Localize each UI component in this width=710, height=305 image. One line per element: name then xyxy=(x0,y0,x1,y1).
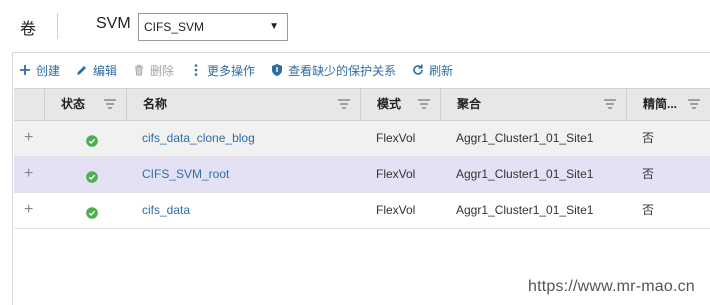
status-ok-icon xyxy=(86,135,98,147)
volume-name-link[interactable]: cifs_data xyxy=(142,193,190,228)
delete-label: 删除 xyxy=(150,63,175,78)
column-header-thin[interactable]: 精简... xyxy=(626,89,710,120)
svm-select[interactable]: CIFS_SVM ▼ xyxy=(138,13,288,41)
column-header-aggregate[interactable]: 聚合 xyxy=(440,89,626,120)
filter-icon xyxy=(688,99,700,109)
edit-label: 编辑 xyxy=(93,63,118,78)
volume-thin: 否 xyxy=(642,167,655,181)
refresh-label: 刷新 xyxy=(429,63,454,78)
table-row[interactable]: + CIFS_SVM_root FlexVol Aggr1_Cluster1_0… xyxy=(14,157,710,193)
plus-icon xyxy=(20,65,30,75)
refresh-icon xyxy=(413,64,423,75)
status-ok-icon xyxy=(86,171,98,183)
volume-name-link[interactable]: CIFS_SVM_root xyxy=(142,157,229,192)
trash-icon xyxy=(135,64,144,76)
column-thin-label: 精简... xyxy=(643,97,678,111)
filter-icon xyxy=(418,99,430,109)
shield-icon xyxy=(272,64,283,76)
volume-aggregate: Aggr1_Cluster1_01_Site1 xyxy=(456,203,594,217)
more-vertical-icon xyxy=(194,64,198,76)
watermark: https://www.mr-mao.cn xyxy=(528,278,695,295)
volume-thin: 否 xyxy=(642,203,655,217)
svm-label: SVM xyxy=(96,15,131,32)
expand-icon[interactable]: + xyxy=(24,193,36,228)
title-divider xyxy=(57,13,58,39)
view-missing-protection-label: 查看缺少的保护关系 xyxy=(288,63,397,78)
status-ok-icon xyxy=(86,207,98,219)
edit-button[interactable]: 编辑 xyxy=(75,62,117,79)
filter-icon xyxy=(338,99,350,109)
column-aggregate-label: 聚合 xyxy=(457,97,482,111)
pencil-icon xyxy=(77,66,87,75)
filter-icon xyxy=(604,99,616,109)
table-row[interactable]: + cifs_data_clone_blog FlexVol Aggr1_Clu… xyxy=(14,121,710,157)
volume-mode: FlexVol xyxy=(376,131,416,145)
volume-aggregate: Aggr1_Cluster1_01_Site1 xyxy=(456,131,594,145)
column-status-label: 状态 xyxy=(61,97,86,111)
more-actions-label: 更多操作 xyxy=(207,63,256,78)
svm-select-value: CIFS_SVM xyxy=(144,20,205,34)
filter-icon xyxy=(104,99,116,109)
volumes-table: 状态 名称 模式 聚合 精简... + cifs_data_clone_blog… xyxy=(14,88,710,229)
table-row[interactable]: + cifs_data FlexVol Aggr1_Cluster1_01_Si… xyxy=(14,193,710,229)
more-actions-button[interactable]: 更多操作 xyxy=(189,62,255,79)
column-name-label: 名称 xyxy=(143,97,168,111)
expand-icon[interactable]: + xyxy=(24,121,36,156)
view-missing-protection-button[interactable]: 查看缺少的保护关系 xyxy=(270,62,396,79)
volume-aggregate: Aggr1_Cluster1_01_Site1 xyxy=(456,167,594,181)
delete-button[interactable]: 删除 xyxy=(132,62,174,79)
top-bar: 卷 SVM CIFS_SVM ▼ xyxy=(0,0,710,52)
column-mode-label: 模式 xyxy=(377,97,402,111)
create-label: 创建 xyxy=(36,63,61,78)
refresh-button[interactable]: 刷新 xyxy=(411,62,453,79)
page-title: 卷 xyxy=(20,21,37,38)
expand-icon[interactable]: + xyxy=(24,157,36,192)
table-header: 状态 名称 模式 聚合 精简... xyxy=(14,88,710,121)
toolbar: 创建 编辑 删除 更多操作 查看缺少的保护关系 刷新 xyxy=(18,60,468,80)
volume-mode: FlexVol xyxy=(376,203,416,217)
create-button[interactable]: 创建 xyxy=(18,62,60,79)
chevron-down-icon: ▼ xyxy=(269,21,279,32)
column-header-name[interactable]: 名称 xyxy=(126,89,360,120)
column-header-mode[interactable]: 模式 xyxy=(360,89,440,120)
volume-mode: FlexVol xyxy=(376,167,416,181)
column-header-status[interactable]: 状态 xyxy=(44,89,126,120)
volume-name-link[interactable]: cifs_data_clone_blog xyxy=(142,121,255,156)
volume-thin: 否 xyxy=(642,131,655,145)
